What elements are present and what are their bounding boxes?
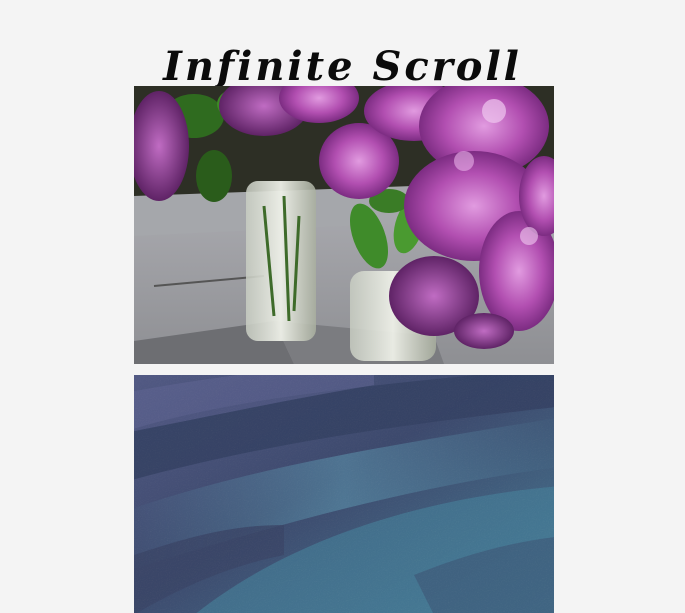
infinite-scroll-page: Infinite Scroll: [0, 0, 685, 613]
image-feed[interactable]: [134, 86, 554, 613]
lilac-image: [134, 86, 554, 364]
texture-photo[interactable]: [134, 375, 554, 613]
texture-image: [134, 375, 554, 613]
lilac-photo[interactable]: [134, 86, 554, 364]
